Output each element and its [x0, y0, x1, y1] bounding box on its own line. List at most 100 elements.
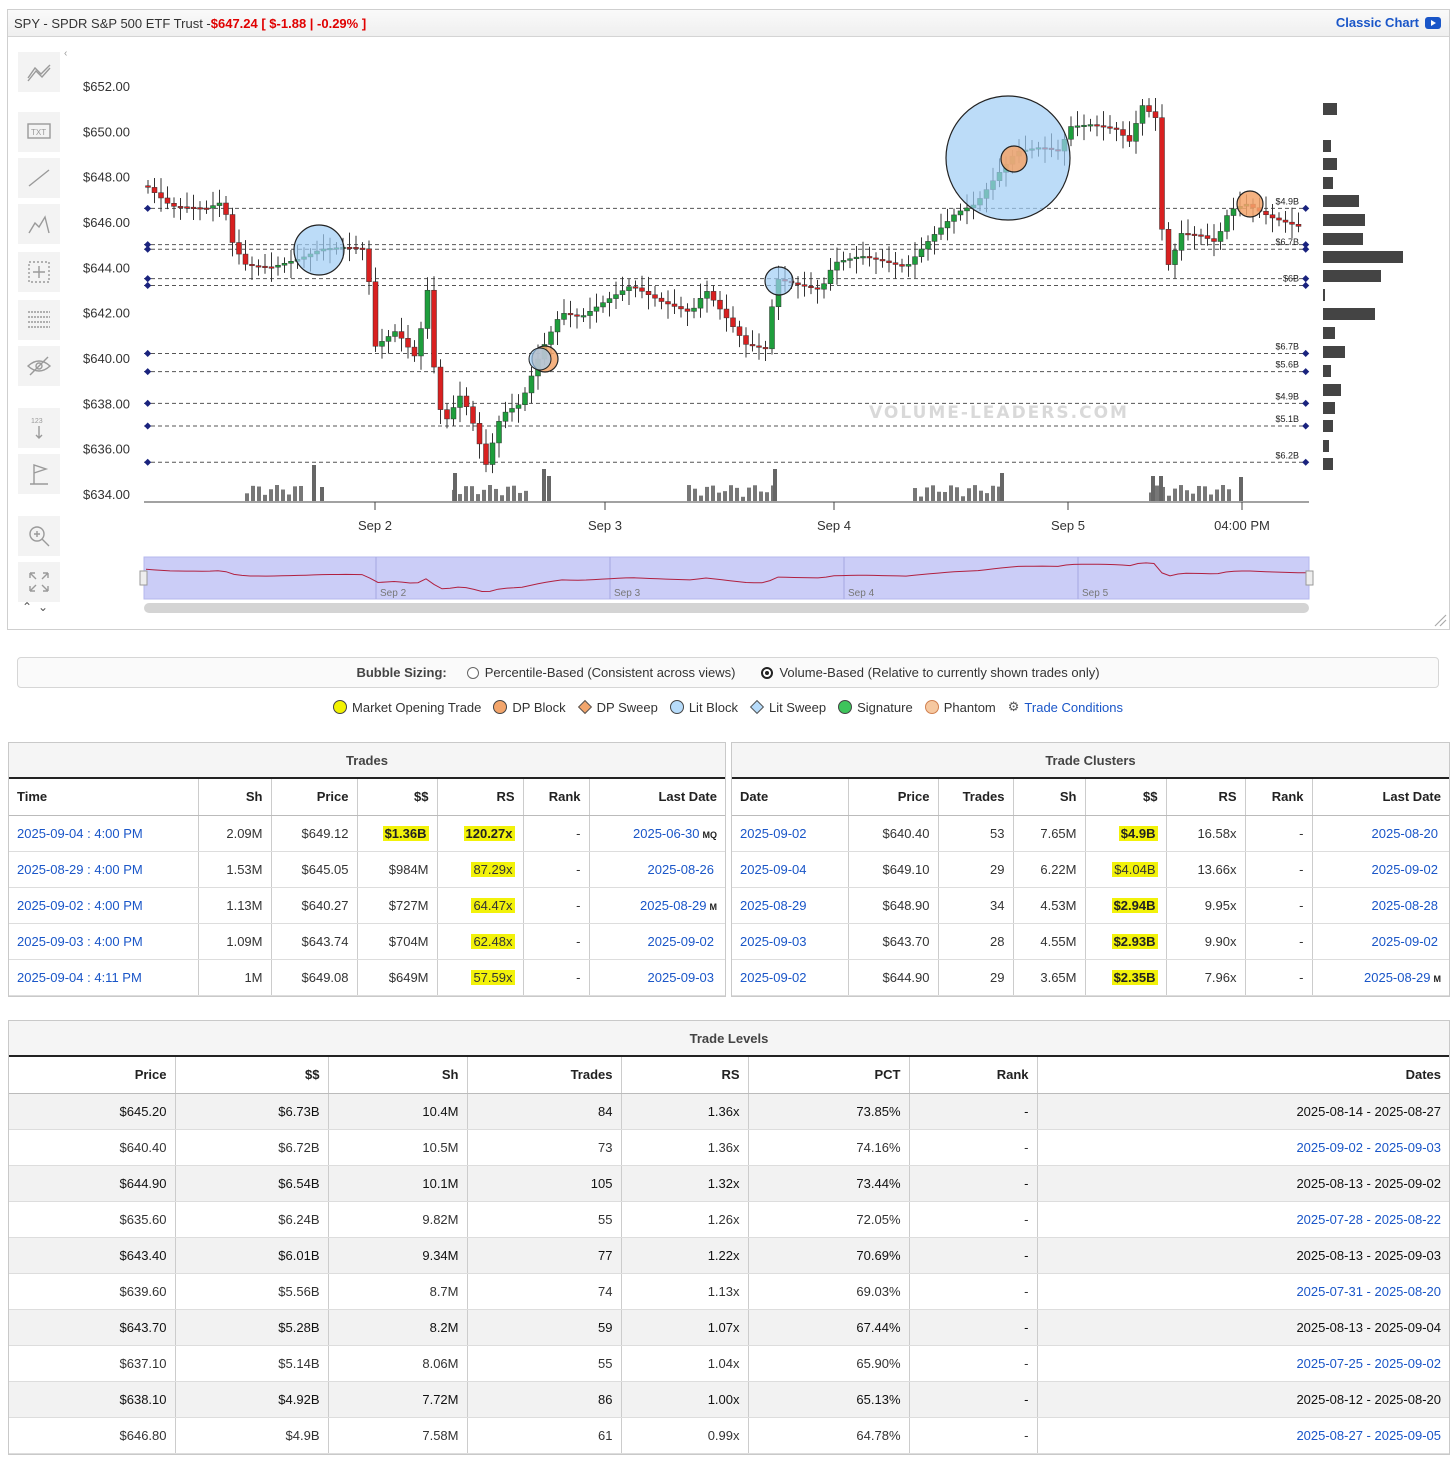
- cell-date[interactable]: 2025-09-04: [732, 851, 849, 888]
- last-value[interactable]: 2025-08-20: [1372, 826, 1439, 841]
- time-value[interactable]: 2025-08-29 : 4:00 PM: [17, 862, 143, 877]
- cell-last[interactable]: 2025-09-02: [589, 923, 725, 960]
- table-row[interactable]: 2025-09-02 $644.90 29 3.65M $2.35B 7.96x -2025…: [732, 959, 1449, 996]
- legend-phantom[interactable]: Phantom: [924, 699, 996, 715]
- last-value[interactable]: 2025-08-29: [640, 898, 707, 913]
- cell-time[interactable]: 2025-09-04 : 4:11 PM: [9, 959, 199, 996]
- table-row[interactable]: 2025-09-02 : 4:00 PM 1.13M $640.27 $727M 64.…: [9, 887, 725, 924]
- last-value[interactable]: 2025-09-02: [1372, 934, 1439, 949]
- last-value[interactable]: 2025-09-02: [1372, 862, 1439, 877]
- cell-last[interactable]: 2025-08-29 M: [589, 887, 725, 924]
- navigator-scrollbar[interactable]: [144, 603, 1309, 613]
- radio-on-icon[interactable]: [761, 667, 774, 679]
- cell-last[interactable]: 2025-09-02: [1312, 851, 1449, 888]
- last-value[interactable]: 2025-08-29: [1364, 970, 1431, 985]
- dates-value[interactable]: 2025-08-13 - 2025-09-04: [1296, 1320, 1441, 1335]
- cell-last[interactable]: 2025-08-29 M: [1312, 959, 1449, 996]
- text-icon[interactable]: TXT: [18, 112, 60, 152]
- cell-dates[interactable]: 2025-08-14 - 2025-08-27: [1037, 1093, 1449, 1130]
- date-value[interactable]: 2025-09-04: [740, 862, 807, 877]
- percentile-option[interactable]: Percentile-Based (Consistent across view…: [466, 665, 735, 680]
- time-value[interactable]: 2025-09-04 : 4:00 PM: [17, 826, 143, 841]
- cell-date[interactable]: 2025-09-02: [732, 959, 849, 996]
- dates-value[interactable]: 2025-09-02 - 2025-09-03: [1296, 1140, 1441, 1155]
- time-value[interactable]: 2025-09-04 : 4:11 PM: [17, 970, 142, 985]
- table-row[interactable]: 2025-09-02 $640.40 53 7.65M $4.9B 16.58x - 2025…: [732, 815, 1449, 852]
- line-icon[interactable]: [18, 158, 60, 198]
- navigator-range[interactable]: [143, 556, 1310, 600]
- price-chart[interactable]: $652.00 $650.00 $648.00 $646.00 $644.00 $642.…: [8, 37, 1449, 637]
- table-row[interactable]: 2025-09-04 $649.10 29 6.22M $4.04B 13.66x - 202…: [732, 851, 1449, 888]
- last-value[interactable]: 2025-06-30: [633, 826, 700, 841]
- col-sh[interactable]: Sh: [1013, 779, 1086, 816]
- table-row[interactable]: 2025-08-29 $648.90 34 4.53M $2.94B 9.95x - 2025…: [732, 887, 1449, 924]
- last-value[interactable]: 2025-08-26: [648, 862, 715, 877]
- table-row[interactable]: $644.90 $6.54B 10.1M 105 1.32x 73.44% - 2025-08…: [9, 1165, 1449, 1202]
- col-rank[interactable]: Rank: [523, 779, 590, 816]
- navigator-handle-right[interactable]: [1305, 570, 1314, 586]
- time-value[interactable]: 2025-09-02 : 4:00 PM: [17, 898, 143, 913]
- dates-value[interactable]: 2025-08-14 - 2025-08-27: [1296, 1104, 1441, 1119]
- col-price[interactable]: Price: [848, 779, 939, 816]
- col-last-date[interactable]: Last Date: [1312, 779, 1449, 816]
- col-date[interactable]: Date: [732, 779, 849, 816]
- classic-chart-link[interactable]: Classic Chart: [1336, 15, 1441, 30]
- cell-dates[interactable]: 2025-09-02 - 2025-09-03: [1037, 1129, 1449, 1166]
- dates-value[interactable]: 2025-07-28 - 2025-08-22: [1296, 1212, 1441, 1227]
- cell-last[interactable]: 2025-08-20: [1312, 815, 1449, 852]
- cell-time[interactable]: 2025-09-04 : 4:00 PM: [9, 815, 199, 852]
- legend-dp-block[interactable]: DP Block: [493, 699, 566, 715]
- time-value[interactable]: 2025-09-03 : 4:00 PM: [17, 934, 143, 949]
- grid-icon[interactable]: [18, 300, 60, 340]
- cell-last[interactable]: 2025-09-03: [589, 959, 725, 996]
- col-rank[interactable]: Rank: [909, 1057, 1038, 1094]
- collapse-toolbar-icon[interactable]: ‹: [64, 48, 67, 59]
- col-sh[interactable]: Sh: [198, 779, 272, 816]
- resize-handle-icon[interactable]: [1433, 613, 1447, 627]
- radio-off-icon[interactable]: [466, 667, 479, 679]
- cell-dates[interactable]: 2025-08-12 - 2025-08-20: [1037, 1381, 1449, 1418]
- table-row[interactable]: $643.40 $6.01B 9.34M 77 1.22x 70.69% - 2025-08-…: [9, 1237, 1449, 1274]
- table-row[interactable]: $639.60 $5.56B 8.7M 74 1.13x 69.03% - 2025-07-3…: [9, 1273, 1449, 1310]
- date-value[interactable]: 2025-08-29: [740, 898, 807, 913]
- col-rs[interactable]: RS: [437, 779, 524, 816]
- cell-time[interactable]: 2025-09-03 : 4:00 PM: [9, 923, 199, 960]
- legend-lit-sweep[interactable]: Lit Sweep: [749, 699, 826, 715]
- col-rank[interactable]: Rank: [1245, 779, 1313, 816]
- col-price[interactable]: Price: [9, 1057, 176, 1094]
- scroll-arrows-icon[interactable]: ⌃⌄: [22, 600, 54, 614]
- trend-line-icon[interactable]: [18, 52, 60, 92]
- cell-dates[interactable]: 2025-07-25 - 2025-09-02: [1037, 1345, 1449, 1382]
- last-value[interactable]: 2025-09-02: [648, 934, 715, 949]
- cell-time[interactable]: 2025-08-29 : 4:00 PM: [9, 851, 199, 888]
- table-row[interactable]: 2025-09-03 : 4:00 PM 1.09M $643.74 $704M 62.…: [9, 923, 725, 960]
- col-dollars[interactable]: $$: [357, 779, 438, 816]
- table-row[interactable]: $645.20 $6.73B 10.4M 84 1.36x 73.85% - 2025-08-…: [9, 1093, 1449, 1130]
- col-trades[interactable]: Trades: [938, 779, 1014, 816]
- table-row[interactable]: 2025-08-29 : 4:00 PM 1.53M $645.05 $984M 87.…: [9, 851, 725, 888]
- dates-value[interactable]: 2025-08-13 - 2025-09-02: [1296, 1176, 1441, 1191]
- fullscreen-icon[interactable]: [18, 562, 60, 602]
- last-value[interactable]: 2025-09-03: [648, 970, 715, 985]
- cell-date[interactable]: 2025-09-02: [732, 815, 849, 852]
- cell-last[interactable]: 2025-06-30 MQ: [589, 815, 725, 852]
- dates-value[interactable]: 2025-08-27 - 2025-09-05: [1296, 1428, 1441, 1443]
- cell-dates[interactable]: 2025-07-31 - 2025-08-20: [1037, 1273, 1449, 1310]
- flag-icon[interactable]: [18, 454, 60, 494]
- zoom-icon[interactable]: [18, 516, 60, 556]
- legend-dp-sweep[interactable]: DP Sweep: [577, 699, 658, 715]
- table-row[interactable]: $640.40 $6.72B 10.5M 73 1.36x 74.16% - 2025-09-…: [9, 1129, 1449, 1166]
- col-trades[interactable]: Trades: [467, 1057, 622, 1094]
- cell-dates[interactable]: 2025-08-13 - 2025-09-03: [1037, 1237, 1449, 1274]
- legend-lit-block[interactable]: Lit Block: [669, 699, 738, 715]
- cell-last[interactable]: 2025-09-02: [1312, 923, 1449, 960]
- cell-dates[interactable]: 2025-07-28 - 2025-08-22: [1037, 1201, 1449, 1238]
- col-price[interactable]: Price: [271, 779, 358, 816]
- cell-date[interactable]: 2025-09-03: [732, 923, 849, 960]
- dates-value[interactable]: 2025-08-12 - 2025-08-20: [1296, 1392, 1441, 1407]
- dates-value[interactable]: 2025-08-13 - 2025-09-03: [1296, 1248, 1441, 1263]
- col-pct[interactable]: PCT: [748, 1057, 910, 1094]
- table-row[interactable]: 2025-09-04 : 4:11 PM 1M $649.08 $649M 57.59x…: [9, 959, 725, 996]
- table-row[interactable]: $646.80 $4.9B 7.58M 61 0.99x 64.78% - 2025-08-2…: [9, 1417, 1449, 1454]
- date-value[interactable]: 2025-09-02: [740, 826, 807, 841]
